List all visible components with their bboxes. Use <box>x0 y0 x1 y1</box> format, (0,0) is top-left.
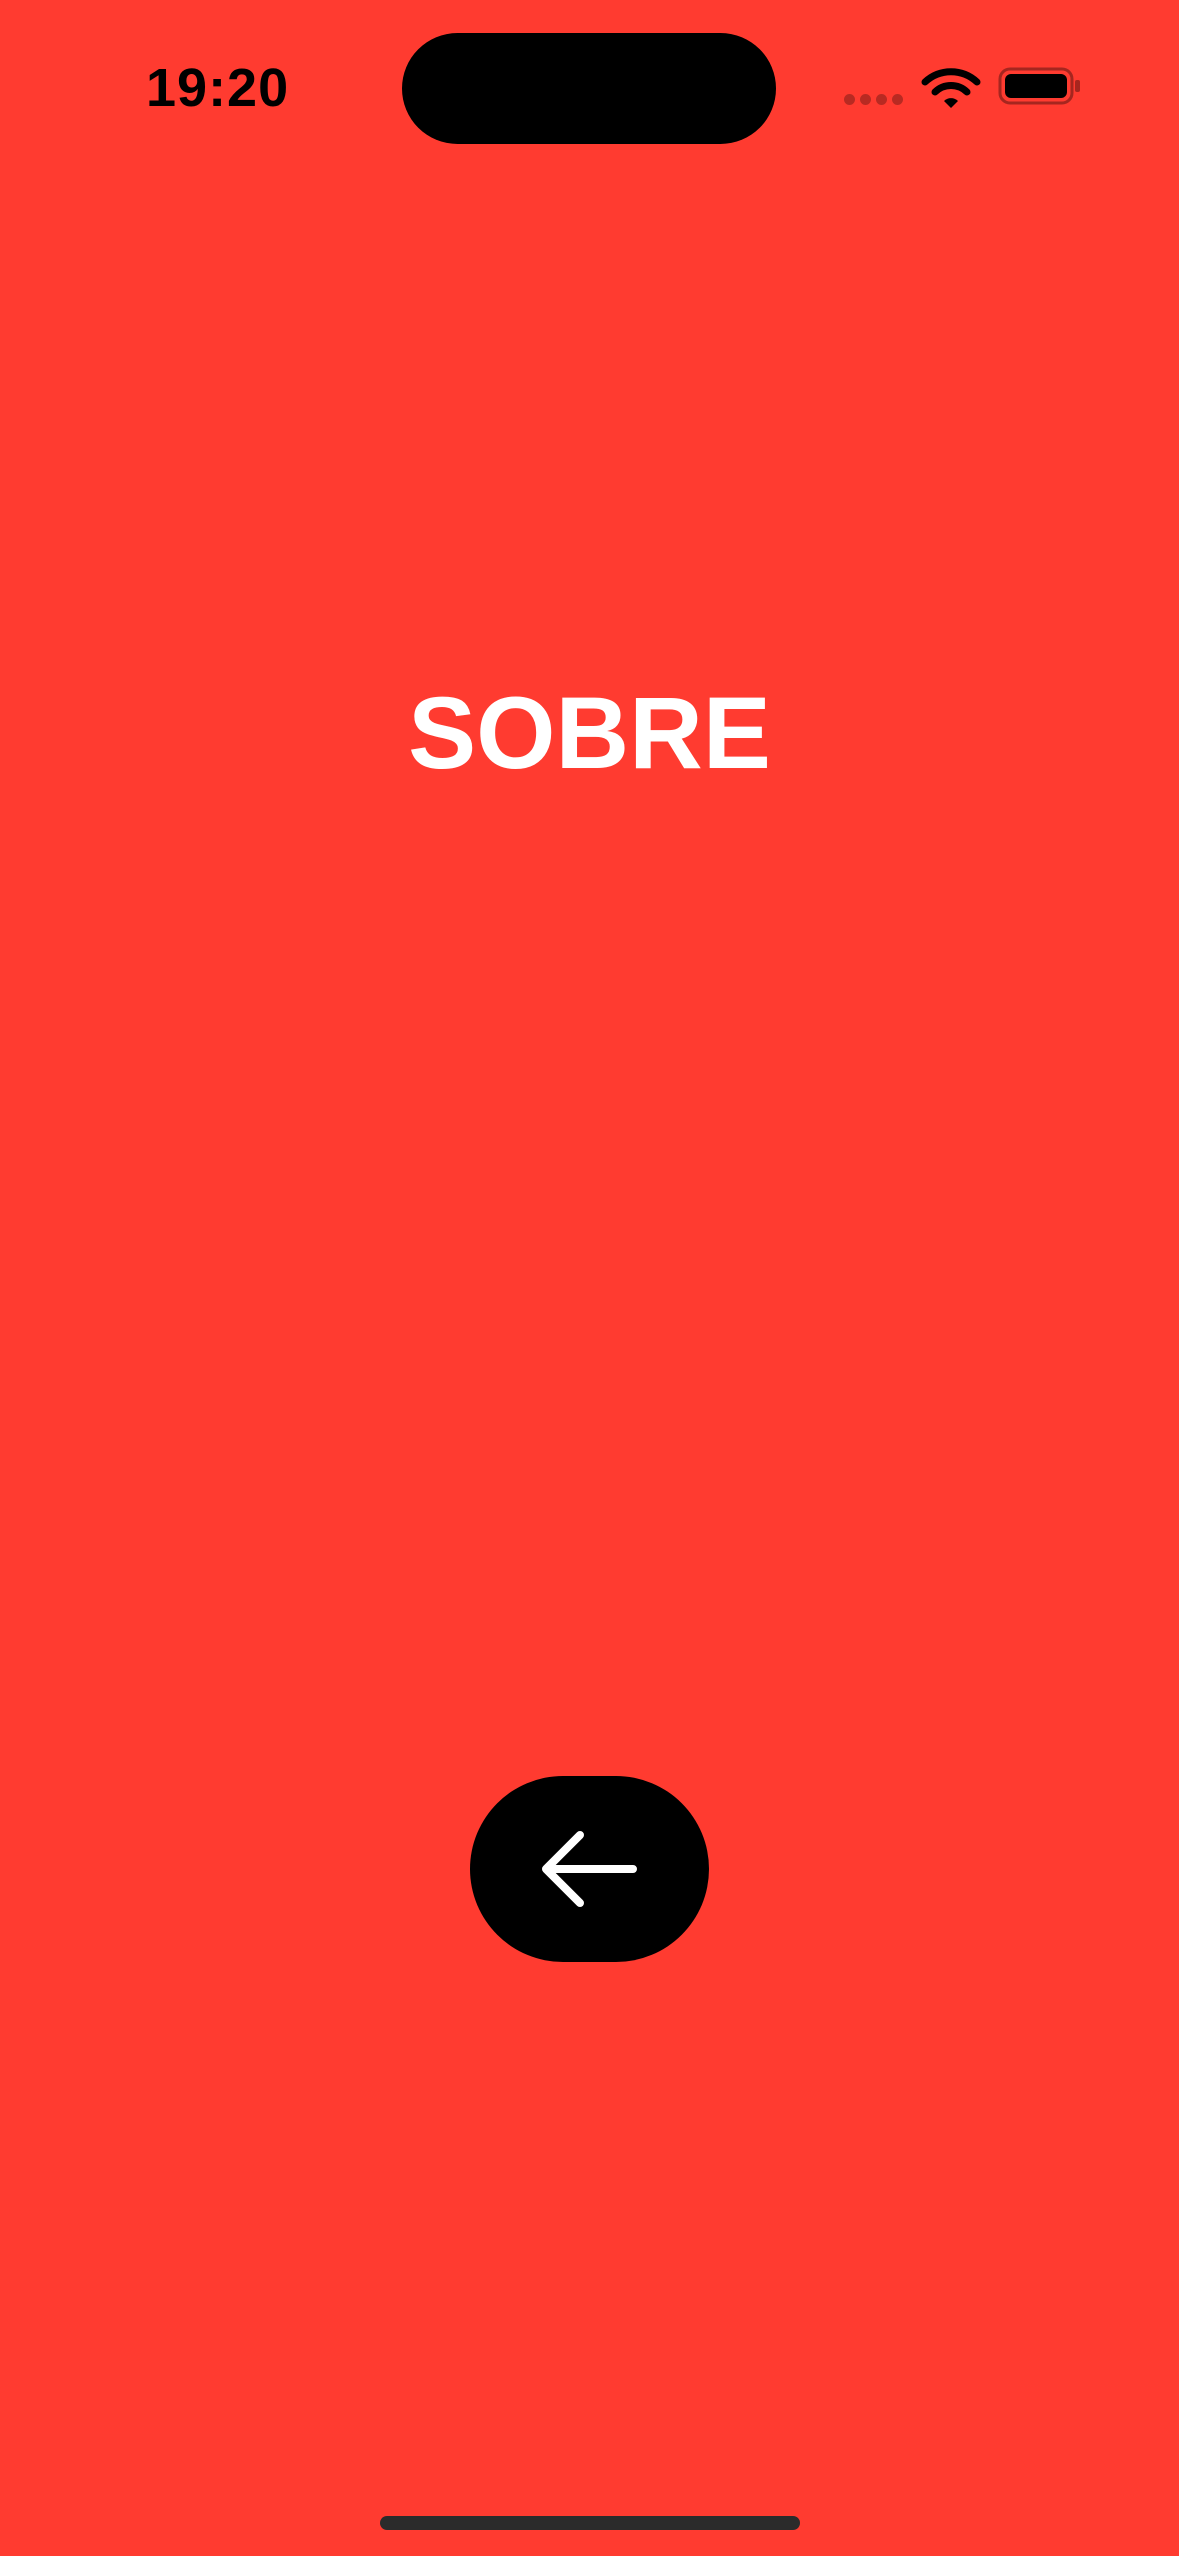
dynamic-island <box>402 33 776 144</box>
back-button[interactable] <box>470 1776 709 1962</box>
page-title: SOBRE <box>408 676 771 790</box>
cellular-signal-icon <box>844 94 906 106</box>
battery-icon <box>998 67 1080 105</box>
arrow-left-icon <box>541 1831 637 1907</box>
status-time: 19:20 <box>146 58 290 118</box>
about-screen: 19:20 SOBRE <box>0 0 1179 2556</box>
home-indicator <box>380 2516 800 2530</box>
wifi-icon <box>921 68 981 108</box>
